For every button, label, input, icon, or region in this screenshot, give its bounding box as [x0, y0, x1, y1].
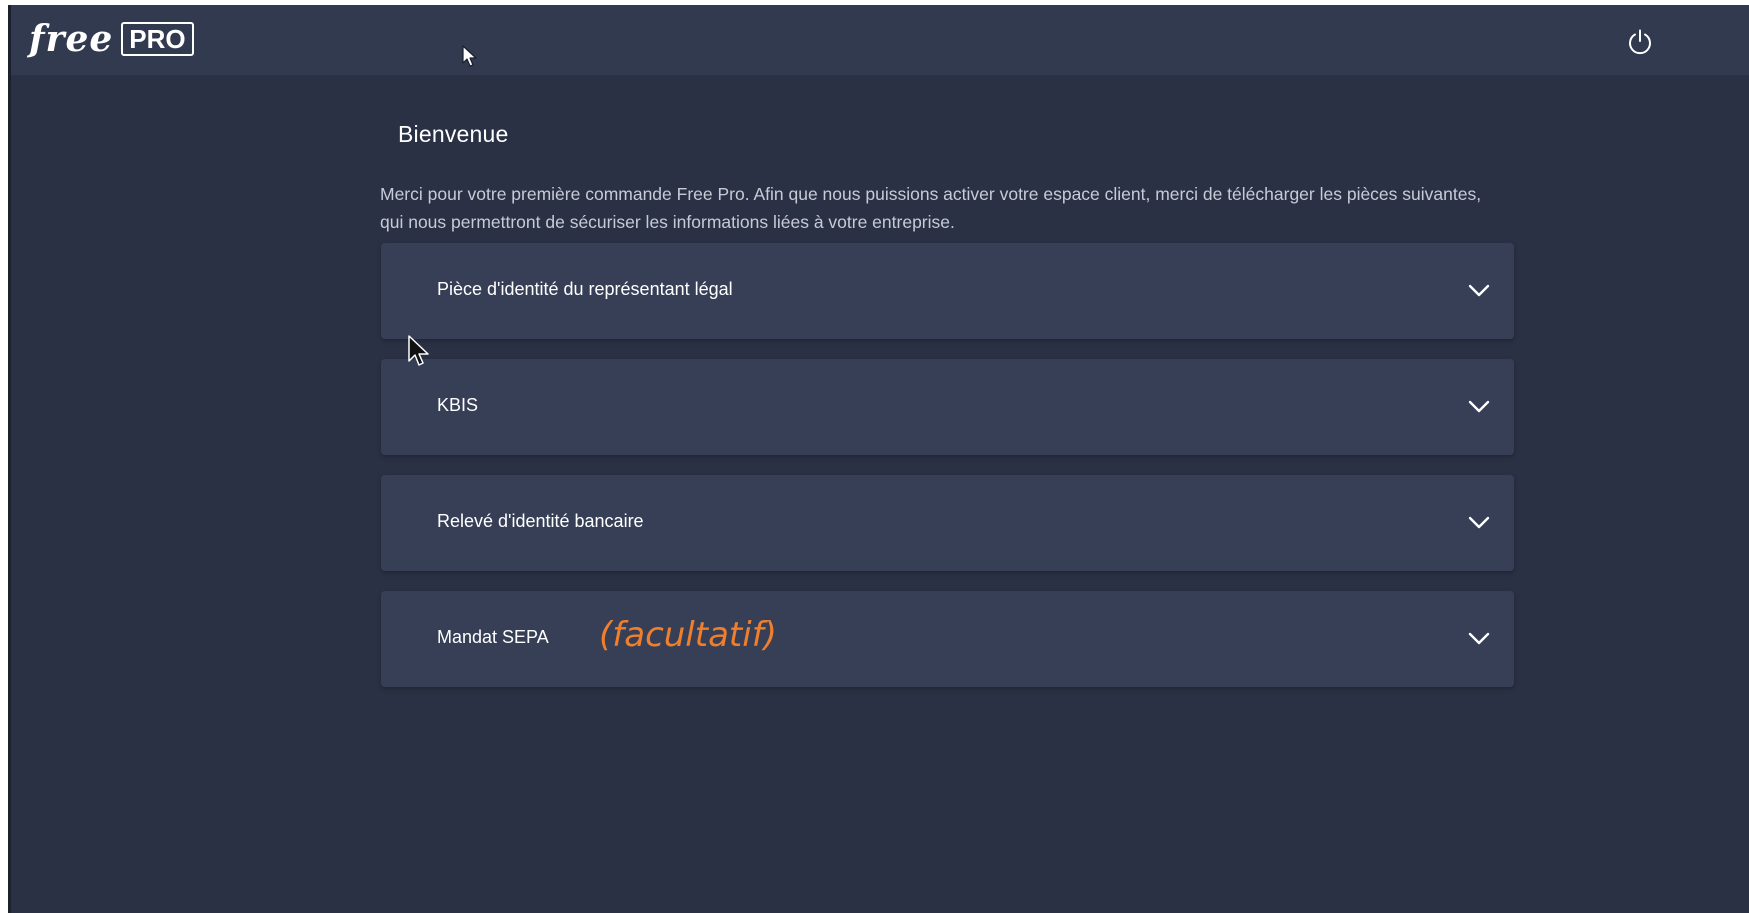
logout-button[interactable] [1623, 25, 1657, 59]
chevron-down-icon[interactable] [1464, 392, 1494, 422]
top-bar: free PRO [11, 5, 1749, 75]
window-left-edge [0, 5, 11, 913]
panel-label: Mandat SEPA [437, 627, 549, 647]
intro-text: Merci pour votre première commande Free … [380, 184, 1482, 232]
panel-label: Pièce d'identité du représentant légal [437, 279, 733, 299]
page-title: Bienvenue [398, 121, 509, 147]
app-window: free PRO Bienvenue Merci pour votre prem… [11, 5, 1749, 913]
optional-annotation: (facultatif) [599, 615, 777, 655]
chevron-down-icon[interactable] [1464, 508, 1494, 538]
panel-sepa-mandate[interactable]: Mandat SEPA (facultatif) [381, 591, 1514, 687]
chevron-down-icon[interactable] [1464, 276, 1494, 306]
power-icon [1629, 29, 1651, 55]
free-pro-logo[interactable]: free PRO [29, 19, 194, 59]
panel-identity-document[interactable]: Pièce d'identité du représentant légal [381, 243, 1514, 339]
panel-bank-details[interactable]: Relevé d'identité bancaire [381, 475, 1514, 571]
panel-label: Relevé d'identité bancaire [437, 511, 644, 531]
logo-badge: PRO [121, 22, 194, 56]
logo-wordmark: free [29, 18, 114, 60]
panel-kbis[interactable]: KBIS [381, 359, 1514, 455]
chevron-down-icon[interactable] [1464, 624, 1494, 654]
panel-label: KBIS [437, 395, 479, 415]
